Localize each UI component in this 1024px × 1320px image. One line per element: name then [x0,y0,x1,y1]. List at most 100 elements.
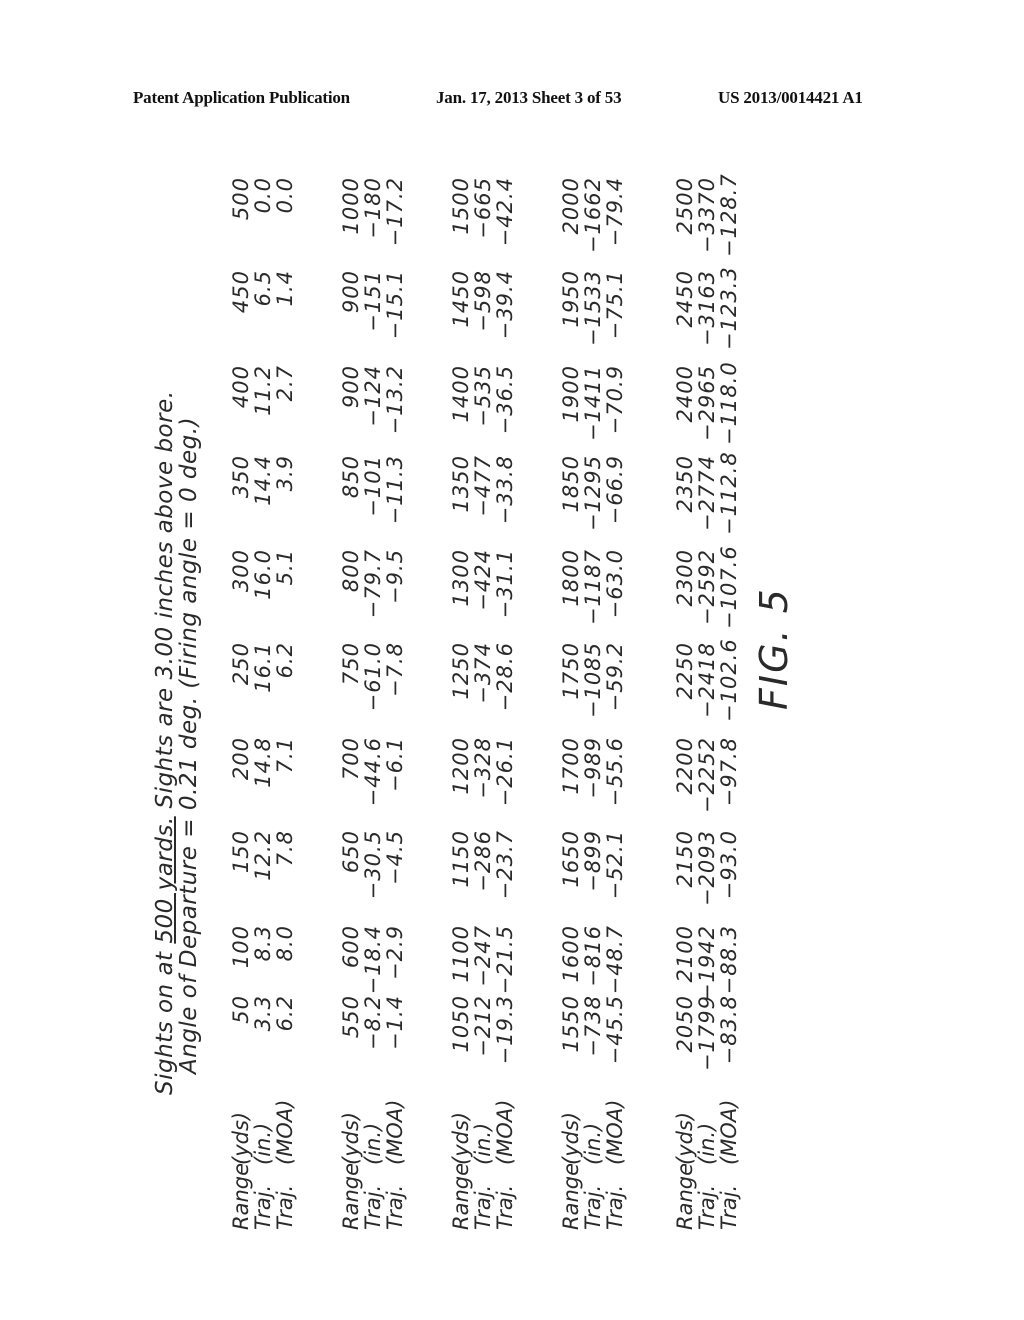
table-column: 800 −79.7 −9.5 [339,549,407,629]
table-column: 1450 −598 −39.4 [449,270,517,350]
table-column: 1750 −1085 −59.2 [559,642,627,722]
row-unit: (in.) [251,1122,275,1165]
trajectory-moa-value: −55.6 [603,737,627,807]
trajectory-moa-value: −48.7 [603,925,627,995]
row-unit: (in.) [471,1122,495,1165]
table-column: 2100 −1942 −88.3 [673,925,741,1005]
table-column: 500 0.0 0.0 [229,177,297,257]
range-value: 400 [229,365,253,409]
row-units: (yds) (in.) (MOA) [339,1100,407,1165]
range-value: 800 [339,549,363,593]
range-value: 300 [229,549,253,593]
trajectory-moa-value: −15.1 [383,270,407,340]
table-column: 1050 −212 −19.3 [449,995,517,1075]
trajectory-inches-value: −1411 [581,365,605,442]
range-value: 1800 [559,549,583,607]
table-column: 2000 −1662 −79.4 [559,177,627,257]
row-label: Traj. [251,1184,275,1230]
trajectory-inches-value: −3163 [695,270,719,347]
table-column: 400 11.2 2.7 [229,365,297,445]
range-value: 450 [229,270,253,314]
trajectory-moa-value: −6.1 [383,737,407,792]
range-value: 700 [339,737,363,781]
trajectory-moa-value: −102.6 [717,638,741,722]
table-block: Range Traj. Traj. (yds) (in.) (MOA) 50 3.3 6.2 10… [229,170,310,1230]
trajectory-inches-value: 6.5 [251,270,275,307]
trajectory-moa-value: −23.7 [493,830,517,900]
trajectory-moa-value: −4.5 [383,830,407,885]
trajectory-inches-value: −2093 [695,830,719,907]
range-value: 1550 [559,995,583,1053]
trajectory-inches-value: −124 [361,365,385,427]
table-column: 1900 −1411 −70.9 [559,365,627,445]
row-unit: (yds) [559,1111,583,1165]
range-value: 1250 [449,642,473,700]
trajectory-moa-value: −36.5 [493,365,517,435]
table-column: 900 −124 −13.2 [339,365,407,445]
range-value: 1400 [449,365,473,423]
row-unit: (MOA) [603,1099,627,1165]
table-column: 1700 −989 −55.6 [559,737,627,817]
trajectory-inches-value: −212 [471,995,495,1057]
table-block: Range Traj. Traj. (yds) (in.) (MOA) 1550 −738 −4… [559,170,640,1230]
table-column: 2050 −1799 −83.8 [673,995,741,1075]
row-label: Range [339,1162,363,1230]
table-column: 1150 −286 −23.7 [449,830,517,910]
table-column: 550 −8.2 −1.4 [339,995,407,1075]
table-column: 100 8.3 8.0 [229,925,297,1005]
range-value: 1600 [559,925,583,983]
table-column: 1350 −477 −33.8 [449,455,517,535]
row-unit: (MOA) [273,1099,297,1165]
range-value: 1200 [449,737,473,795]
row-labels: Range Traj. Traj. [559,1163,627,1230]
row-unit: (yds) [339,1111,363,1165]
row-label: Range [229,1162,253,1230]
range-value: 2200 [673,737,697,795]
range-value: 350 [229,455,253,499]
row-label: Range [673,1162,697,1230]
trajectory-inches-value: −816 [581,925,605,987]
publication-label: Patent Application Publication [133,88,350,107]
trajectory-inches-value: −8.2 [361,995,385,1050]
trajectory-inches-value: −1533 [581,270,605,347]
trajectory-inches-value: −1295 [581,455,605,532]
trajectory-moa-value: 2.7 [273,365,297,402]
table-column: 1250 −374 −28.6 [449,642,517,722]
row-label: Traj. [493,1184,517,1230]
range-value: 1950 [559,270,583,328]
row-unit: (yds) [673,1111,697,1165]
trajectory-inches-value: −665 [471,177,495,239]
row-label: Traj. [471,1184,495,1230]
row-labels: Range Traj. Traj. [673,1162,741,1230]
range-value: 1150 [449,830,473,888]
row-unit: (in.) [695,1122,719,1165]
trajectory-inches-value: −2965 [695,365,719,442]
trajectory-moa-value: −33.8 [493,455,517,525]
trajectory-moa-value: −128.7 [717,173,741,257]
trajectory-inches-value: −1187 [581,549,605,626]
range-value: 1450 [449,270,473,328]
row-label: Traj. [695,1184,719,1230]
row-label: Range [449,1162,473,1230]
table-column: 250 16.1 6.2 [229,642,297,722]
trajectory-inches-value: −79.7 [361,549,385,619]
trajectory-moa-value: 3.9 [273,455,297,492]
trajectory-inches-value: −1662 [581,177,605,254]
trajectory-inches-value: 8.3 [251,925,275,962]
trajectory-moa-value: −11.3 [383,455,407,525]
trajectory-inches-value: 14.4 [251,455,275,506]
trajectory-moa-value: −93.0 [717,830,741,900]
trajectory-inches-value: 0.0 [251,177,275,214]
row-label: Traj. [603,1184,627,1230]
trajectory-moa-value: −112.8 [717,451,741,535]
table-block: Range Traj. Traj. (yds) (in.) (MOA) 2050 −1799−… [673,170,754,1230]
row-labels: Range Traj. Traj. [339,1162,407,1230]
table-column: 2300 −2592 −107.6 [673,545,741,629]
table-column: 900 −151 −15.1 [339,270,407,350]
table-column: 1100 −247 −21.5 [449,925,517,1005]
range-value: 200 [229,737,253,781]
trajectory-inches-value: −424 [471,549,495,611]
row-label: Traj. [383,1184,407,1230]
range-value: 1350 [449,455,473,513]
table-column: 650 −30.5 −4.5 [339,830,407,910]
